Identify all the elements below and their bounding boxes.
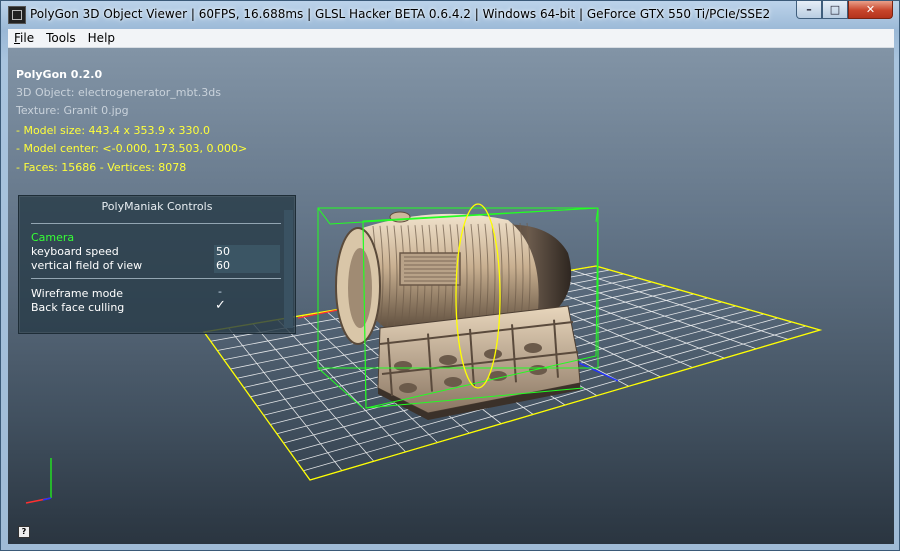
menu-help-label: Help: [87, 31, 116, 45]
panel-scrollbar[interactable]: [284, 210, 293, 328]
keyboard-speed-field[interactable]: 50: [214, 245, 280, 259]
fov-label: vertical field of view: [31, 259, 143, 272]
texture-name: Texture: Granit 0.jpg: [16, 104, 129, 117]
gizmo-axis-z: [42, 497, 52, 501]
object-name: 3D Object: electrogenerator_mbt.3ds: [16, 86, 221, 99]
keyboard-speed-label: keyboard speed: [31, 245, 119, 258]
app-window: PolyGon 3D Object Viewer | 60FPS, 16.688…: [0, 0, 900, 551]
wireframe-label: Wireframe mode: [31, 287, 124, 300]
maximize-button[interactable]: □: [822, 1, 848, 19]
panel-title: PolyManiak Controls: [101, 200, 213, 213]
window-controls: – □ ✕: [796, 1, 893, 20]
menu-tools-label: Tools: [46, 31, 76, 45]
menu-file-label: ile: [20, 31, 35, 45]
fov-field[interactable]: 60: [214, 259, 280, 273]
panel-divider-2: [31, 278, 281, 279]
close-button[interactable]: ✕: [848, 1, 893, 19]
wireframe-toggle[interactable]: -: [218, 285, 222, 298]
backface-checkbox[interactable]: ✓: [215, 298, 226, 313]
3d-viewport[interactable]: PolyGon 0.2.0 3D Object: electrogenerato…: [8, 48, 894, 544]
help-icon[interactable]: ?: [18, 526, 30, 538]
window-title: PolyGon 3D Object Viewer | 60FPS, 16.688…: [30, 7, 771, 21]
minimize-button[interactable]: –: [796, 1, 822, 19]
menu-tools[interactable]: Tools: [40, 29, 82, 47]
menu-bar: File Tools Help: [8, 29, 894, 48]
model-center: - Model center: <-0.000, 173.503, 0.000>: [16, 142, 248, 155]
faces-vertices: - Faces: 15686 - Vertices: 8078: [16, 161, 187, 174]
app-icon[interactable]: [8, 6, 26, 24]
vent-slats: [404, 256, 456, 282]
polymaniak-controls-panel[interactable]: PolyManiak Controls Camera keyboard spee…: [18, 195, 296, 334]
generator-front-hub: [348, 248, 372, 328]
panel-divider: [31, 223, 281, 224]
menu-help[interactable]: Help: [82, 29, 121, 47]
menu-file[interactable]: File: [8, 29, 40, 47]
app-version: PolyGon 0.2.0: [16, 68, 103, 81]
model-size: - Model size: 443.4 x 353.9 x 330.0: [16, 124, 210, 137]
title-bar[interactable]: PolyGon 3D Object Viewer | 60FPS, 16.688…: [1, 1, 899, 28]
backface-label: Back face culling: [31, 301, 125, 314]
section-camera: Camera: [31, 231, 75, 244]
